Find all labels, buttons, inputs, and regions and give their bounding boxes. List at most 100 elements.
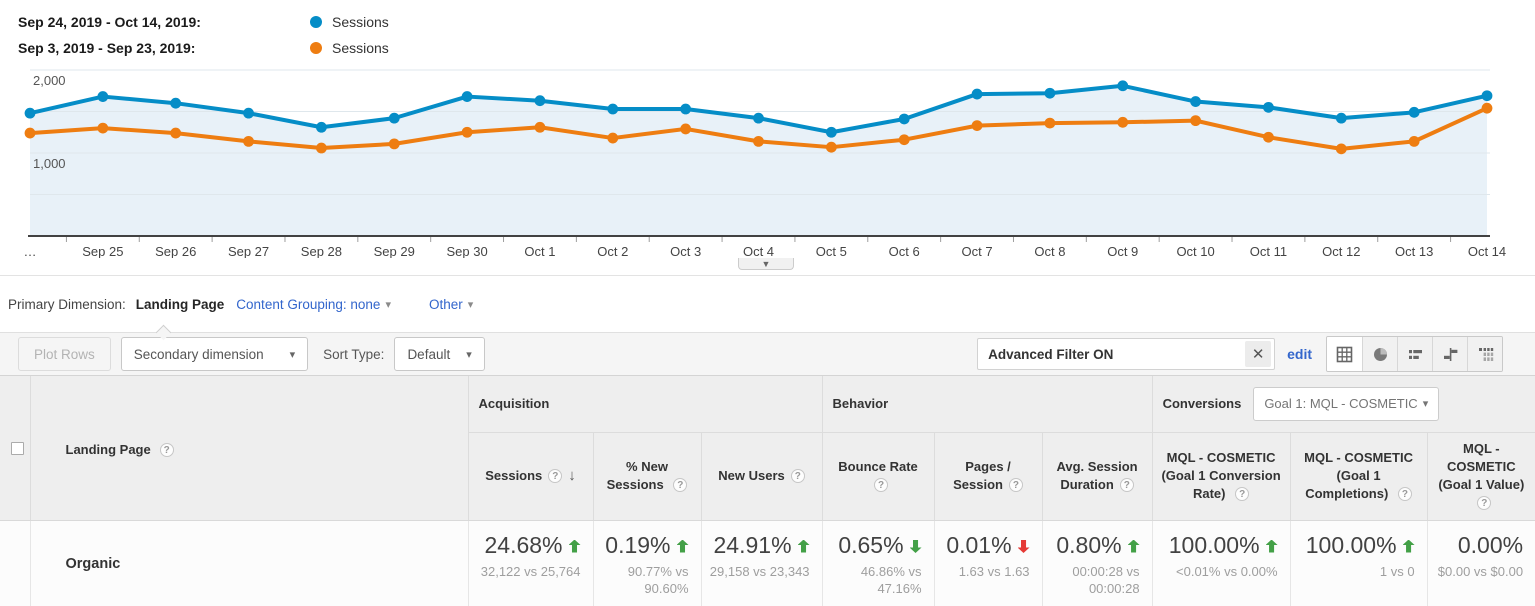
data-point[interactable] xyxy=(534,95,546,107)
data-point[interactable] xyxy=(971,88,983,100)
data-point[interactable] xyxy=(1190,96,1201,107)
data-point[interactable] xyxy=(753,112,764,124)
x-axis-label: Oct 7 xyxy=(962,244,993,258)
comparison-values: 32,122 vs 25,764 xyxy=(480,563,581,579)
series-dot-blue-icon xyxy=(310,16,322,28)
x-axis-label: Sep 30 xyxy=(446,244,487,258)
help-icon[interactable]: ? xyxy=(874,478,889,492)
data-point[interactable] xyxy=(1481,102,1493,114)
column-header-goal-conversion-rate[interactable]: MQL - COSMETIC (Goal 1 Conversion Rate) … xyxy=(1151,432,1291,521)
x-axis-label: Sep 27 xyxy=(228,244,269,258)
data-point[interactable] xyxy=(1408,135,1420,147)
help-icon[interactable]: ? xyxy=(673,478,688,492)
pivot-view-button[interactable] xyxy=(1467,337,1502,371)
select-all-checkbox[interactable] xyxy=(11,442,25,455)
performance-view-button[interactable] xyxy=(1397,337,1432,371)
data-point[interactable] xyxy=(898,134,910,146)
comparison-values: 00:00:28 vs 00:00:28 xyxy=(1072,563,1140,596)
data-point[interactable] xyxy=(1408,106,1420,118)
data-point[interactable] xyxy=(680,103,692,115)
report-table: Landing Page? Acquisition Behavior Conve… xyxy=(0,376,1535,606)
dimension-landing-page[interactable]: Landing Page xyxy=(136,297,225,312)
column-header-sessions[interactable]: Sessions? ↓ xyxy=(467,432,593,521)
data-point[interactable] xyxy=(243,135,254,147)
help-icon[interactable]: ? xyxy=(548,469,563,483)
landing-page-column-header[interactable]: Landing Page? xyxy=(29,376,468,521)
data-point[interactable] xyxy=(1335,112,1347,124)
chevron-down-icon: ▾ xyxy=(467,298,474,311)
data-point[interactable] xyxy=(243,107,254,119)
data-point[interactable] xyxy=(1263,131,1274,143)
data-point[interactable] xyxy=(1263,101,1274,113)
data-point[interactable] xyxy=(388,138,400,150)
data-point[interactable] xyxy=(680,123,692,135)
chart-collapse-tab[interactable]: ▼ xyxy=(738,258,794,270)
column-header-bounce-rate[interactable]: Bounce Rate ? xyxy=(821,432,935,521)
sort-type-button[interactable]: Default ▾ xyxy=(394,337,485,371)
legend-row-previous: Sep 3, 2019 - Sep 23, 2019: Sessions xyxy=(18,35,1535,61)
sessions-timeseries-chart: … Sep 25 Sep 26 Sep 27 Sep 28 Sep 29 Sep 30 Oct… xyxy=(0,62,1535,276)
column-header-pages-session[interactable]: Pages / Session? xyxy=(933,432,1043,521)
x-axis-label: Sep 29 xyxy=(374,244,415,258)
help-icon[interactable]: ? xyxy=(790,469,805,483)
help-icon[interactable]: ? xyxy=(1477,496,1492,510)
legend-row-current: Sep 24, 2019 - Oct 14, 2019: Sessions xyxy=(18,9,1535,35)
data-view-button[interactable] xyxy=(1327,337,1362,371)
data-point[interactable] xyxy=(170,97,182,109)
data-point[interactable] xyxy=(753,135,764,147)
data-point[interactable] xyxy=(97,122,109,134)
data-point[interactable] xyxy=(1044,87,1056,99)
data-point[interactable] xyxy=(24,107,36,119)
column-header-goal-value[interactable]: MQL - COSMETIC (Goal 1 Value) ? xyxy=(1426,432,1535,521)
help-icon[interactable]: ? xyxy=(159,443,174,457)
data-point[interactable] xyxy=(825,141,837,153)
data-point[interactable] xyxy=(316,121,327,133)
plot-rows-button[interactable]: Plot Rows xyxy=(18,337,111,371)
percentage-view-button[interactable] xyxy=(1362,337,1397,371)
x-axis-label: Oct 13 xyxy=(1395,244,1433,258)
column-header-new-sessions[interactable]: % New Sessions ? xyxy=(592,432,701,521)
comparison-view-button[interactable] xyxy=(1432,337,1467,371)
column-header-avg-session-duration[interactable]: Avg. Session Duration? xyxy=(1041,432,1153,521)
column-header-new-users[interactable]: New Users? xyxy=(700,432,823,521)
data-point[interactable] xyxy=(534,121,546,133)
help-icon[interactable]: ? xyxy=(1235,487,1250,501)
data-point[interactable] xyxy=(316,142,327,154)
data-point[interactable] xyxy=(24,127,36,139)
data-point[interactable] xyxy=(1117,80,1129,92)
column-header-goal-completions[interactable]: MQL - COSMETIC (Goal 1 Completions) ? xyxy=(1289,432,1428,521)
data-point[interactable] xyxy=(1117,116,1129,128)
chevron-down-icon: ▾ xyxy=(385,298,391,311)
help-icon[interactable]: ? xyxy=(1119,478,1134,492)
data-point[interactable] xyxy=(97,91,109,102)
close-icon[interactable]: ✕ xyxy=(1245,341,1272,367)
content-grouping-link[interactable]: Content Grouping: none xyxy=(236,297,380,312)
data-point[interactable] xyxy=(461,126,473,138)
group-header-behavior: Behavior xyxy=(821,376,1153,433)
data-point[interactable] xyxy=(971,120,983,132)
landing-page-value[interactable]: Organic xyxy=(29,520,468,606)
data-point[interactable] xyxy=(388,112,400,124)
edit-filter-link[interactable]: edit xyxy=(1287,346,1312,362)
chevron-down-icon: ▾ xyxy=(289,348,296,361)
chart-legend: Sep 24, 2019 - Oct 14, 2019: Sessions Se… xyxy=(0,0,1535,62)
data-point[interactable] xyxy=(607,132,619,144)
data-point[interactable] xyxy=(1335,143,1347,155)
other-dimension-link[interactable]: Other xyxy=(429,297,463,312)
data-point[interactable] xyxy=(170,127,182,139)
goal-selector-dropdown[interactable]: Goal 1: MQL - COSMETIC ▾ xyxy=(1253,386,1440,421)
sort-descending-icon[interactable]: ↓ xyxy=(568,467,576,484)
data-point[interactable] xyxy=(825,126,837,138)
data-point[interactable] xyxy=(1044,117,1056,129)
data-point[interactable] xyxy=(898,113,910,125)
help-icon[interactable]: ? xyxy=(1397,487,1412,501)
data-point[interactable] xyxy=(461,91,473,102)
help-icon[interactable]: ? xyxy=(1008,478,1023,492)
x-axis-label: Oct 11 xyxy=(1250,244,1287,258)
comparison-values: 1 vs 0 xyxy=(1379,563,1415,579)
data-point[interactable] xyxy=(607,103,619,115)
data-point[interactable] xyxy=(1190,115,1201,127)
secondary-dimension-button[interactable]: Secondary dimension ▾ xyxy=(120,337,309,371)
data-point[interactable] xyxy=(1481,90,1493,102)
goal-conversion-rate-cell: 100.00% <0.01% vs 0.00% xyxy=(1151,520,1291,606)
